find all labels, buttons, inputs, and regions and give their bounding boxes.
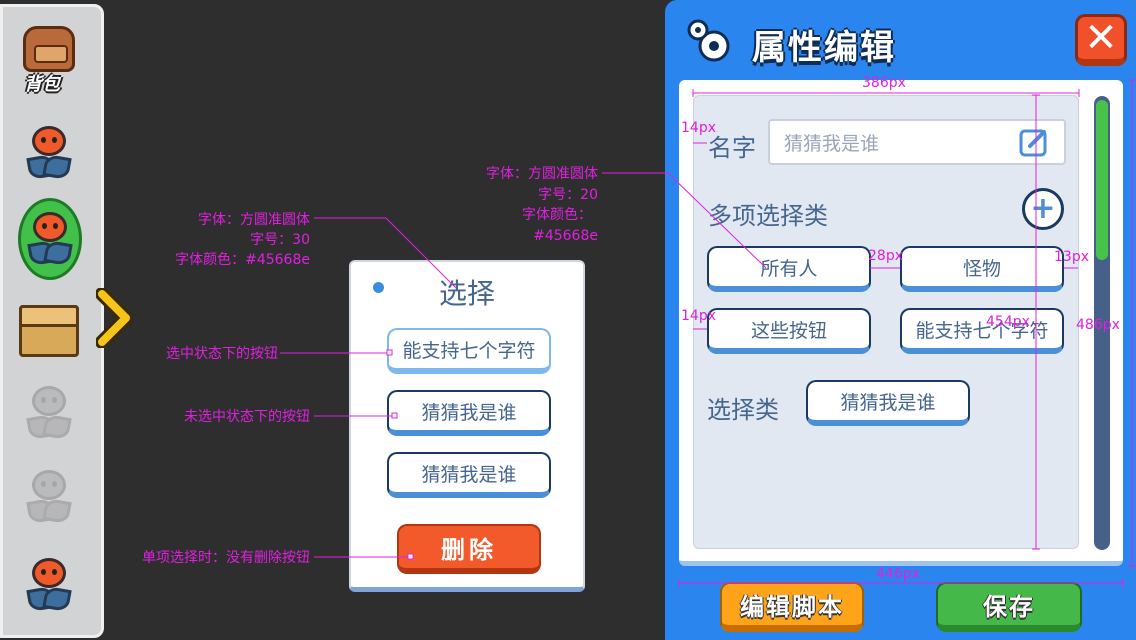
option-button-selected[interactable]: 能支持七个字符: [387, 328, 551, 374]
annotation-right-color-value: #45668e: [533, 228, 598, 244]
measure-height-454: 454px: [986, 314, 1030, 330]
measure-width-446: 446px: [876, 566, 920, 582]
annotation-unselected-button: 未选中状态下的按钮: [184, 409, 310, 425]
annotation-title-color: 字体颜色：#45668e: [175, 252, 310, 268]
add-option-button[interactable]: +: [1022, 188, 1064, 230]
multi-option-button[interactable]: 所有人: [707, 246, 871, 292]
plant-item-4-disabled: [14, 462, 84, 532]
annotation-selected-button: 选中状态下的按钮: [166, 346, 278, 362]
card-title: 选择: [438, 277, 495, 310]
panel-title: 属性编辑: [752, 28, 896, 68]
plant-item-3-disabled: [14, 378, 84, 448]
edit-icon[interactable]: [1018, 126, 1050, 158]
multi-option-button[interactable]: 这些按钮: [707, 308, 871, 354]
chevron-right-icon[interactable]: [96, 288, 136, 348]
single-select-label: 选择类: [707, 396, 779, 424]
delete-button[interactable]: 删除: [397, 524, 541, 574]
close-icon: ✕: [1084, 15, 1118, 61]
close-button[interactable]: ✕: [1075, 14, 1127, 66]
backpack-label: 背包: [24, 74, 60, 95]
multi-option-button[interactable]: 能支持七个字符: [900, 308, 1064, 354]
scrollbar-thumb[interactable]: [1096, 100, 1108, 260]
plant-item-5[interactable]: [14, 550, 84, 620]
gear-icon: [687, 19, 730, 62]
plant-item-2-selected[interactable]: [18, 198, 82, 280]
plant-item-1[interactable]: [14, 118, 84, 188]
measure-gap-13: 13px: [1054, 249, 1089, 265]
measure-pad-14: 14px: [681, 120, 716, 136]
annotation-title-size: 字号：30: [250, 232, 310, 248]
measure-width-386: 386px: [862, 75, 906, 91]
plus-icon: +: [1030, 191, 1056, 226]
option-button[interactable]: 猜猜我是谁: [387, 390, 551, 436]
measure-pad-14: 14px: [681, 308, 716, 324]
measure-gap-28: 28px: [868, 248, 903, 264]
option-button[interactable]: 猜猜我是谁: [387, 452, 551, 498]
measure-height-486: 486px: [1076, 317, 1120, 333]
annotation-right-color-label: 字体颜色：: [522, 207, 592, 223]
crate-item[interactable]: [14, 296, 84, 366]
annotation-single-select: 单项选择时：没有删除按钮: [142, 550, 310, 566]
single-option-button[interactable]: 猜猜我是谁: [806, 380, 970, 426]
edit-script-button[interactable]: 编辑脚本: [720, 582, 864, 632]
annotation-right-font: 字体：方圆准圆体: [486, 166, 598, 182]
multi-option-button[interactable]: 怪物: [900, 246, 1064, 292]
multi-select-label: 多项选择类: [708, 202, 828, 230]
annotation-right-size: 字号：20: [538, 187, 598, 203]
save-button[interactable]: 保存: [936, 582, 1082, 632]
selection-card: 选择 能支持七个字符 猜猜我是谁 猜猜我是谁 删除: [349, 260, 585, 592]
annotation-title-font: 字体：方圆准圆体: [198, 212, 310, 228]
